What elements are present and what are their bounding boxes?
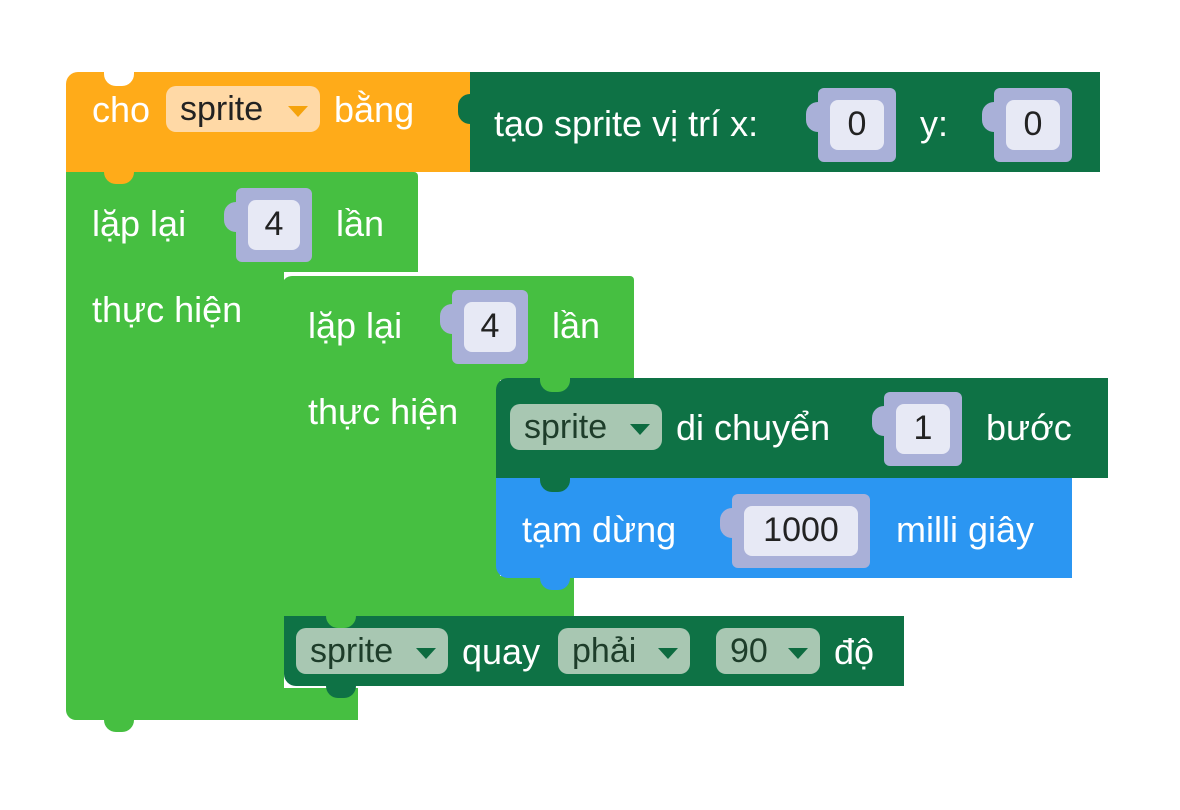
inner-repeat-times-field[interactable]: 4 (464, 302, 516, 352)
move-sprite-dropdown[interactable]: sprite (510, 404, 662, 450)
create-sprite-x-input[interactable]: 0 (806, 88, 896, 162)
socket-tab (440, 304, 454, 334)
create-sprite-y-field[interactable]: 0 (1006, 100, 1060, 150)
socket-tab (224, 202, 238, 232)
create-sprite-connector (458, 94, 472, 124)
outer-repeat-do-label: thực hiện (92, 289, 243, 330)
chevron-down-icon (658, 648, 678, 659)
set-variable-dropdown[interactable]: sprite (166, 86, 320, 132)
inner-repeat-do-label: thực hiện (308, 391, 459, 432)
chevron-down-icon (788, 648, 808, 659)
outer-repeat-arm (66, 270, 284, 720)
move-label: di chuyển (676, 407, 831, 448)
pause-unit-label: milli giây (896, 509, 1035, 550)
create-sprite-y-label: y: (920, 103, 949, 144)
turn-unit-label: độ (834, 631, 875, 672)
turn-sprite-value: sprite (310, 632, 394, 670)
create-sprite-label: tạo sprite vị trí x: (494, 103, 759, 144)
turn-direction-dropdown[interactable]: phải (558, 628, 690, 674)
turn-degrees-value: 90 (730, 632, 768, 670)
turn-sprite-dropdown[interactable]: sprite (296, 628, 448, 674)
inner-repeat-label: lặp lại (308, 305, 403, 346)
set-variable-cho-label: cho (92, 89, 151, 130)
outer-repeat-lan-label: lần (336, 203, 385, 244)
socket-tab (872, 406, 886, 436)
outer-repeat-bottom-notch (104, 718, 134, 732)
turn-direction-value: phải (572, 632, 637, 670)
chevron-down-icon (288, 106, 308, 117)
outer-repeat-times-input[interactable]: 4 (224, 188, 312, 262)
turn-label: quay (462, 631, 541, 672)
socket-tab (806, 102, 820, 132)
inner-repeat-foot (282, 576, 574, 616)
turn-degrees-dropdown[interactable]: 90 (716, 628, 820, 674)
inner-repeat-times-input[interactable]: 4 (440, 290, 528, 364)
create-sprite-y-input[interactable]: 0 (982, 88, 1072, 162)
outer-repeat-times-field[interactable]: 4 (248, 200, 300, 250)
inner-repeat-lan-label: lần (552, 305, 601, 346)
chevron-down-icon (630, 424, 650, 435)
socket-tab (720, 508, 734, 538)
chevron-down-icon (416, 648, 436, 659)
create-sprite-x-field[interactable]: 0 (830, 100, 884, 150)
socket-tab (982, 102, 996, 132)
move-unit-label: bước (986, 407, 1072, 448)
set-variable-bang-label: bằng (334, 89, 415, 130)
outer-repeat-foot (66, 688, 358, 720)
pause-ms-field[interactable]: 1000 (744, 506, 858, 556)
move-sprite-value: sprite (524, 408, 608, 446)
outer-repeat-label: lặp lại (92, 203, 187, 244)
pause-ms-input[interactable]: 1000 (720, 494, 870, 568)
move-steps-field[interactable]: 1 (896, 404, 950, 454)
move-steps-input[interactable]: 1 (872, 392, 962, 466)
pause-label: tạm dừng (522, 509, 677, 550)
set-variable-value: sprite (180, 90, 264, 128)
